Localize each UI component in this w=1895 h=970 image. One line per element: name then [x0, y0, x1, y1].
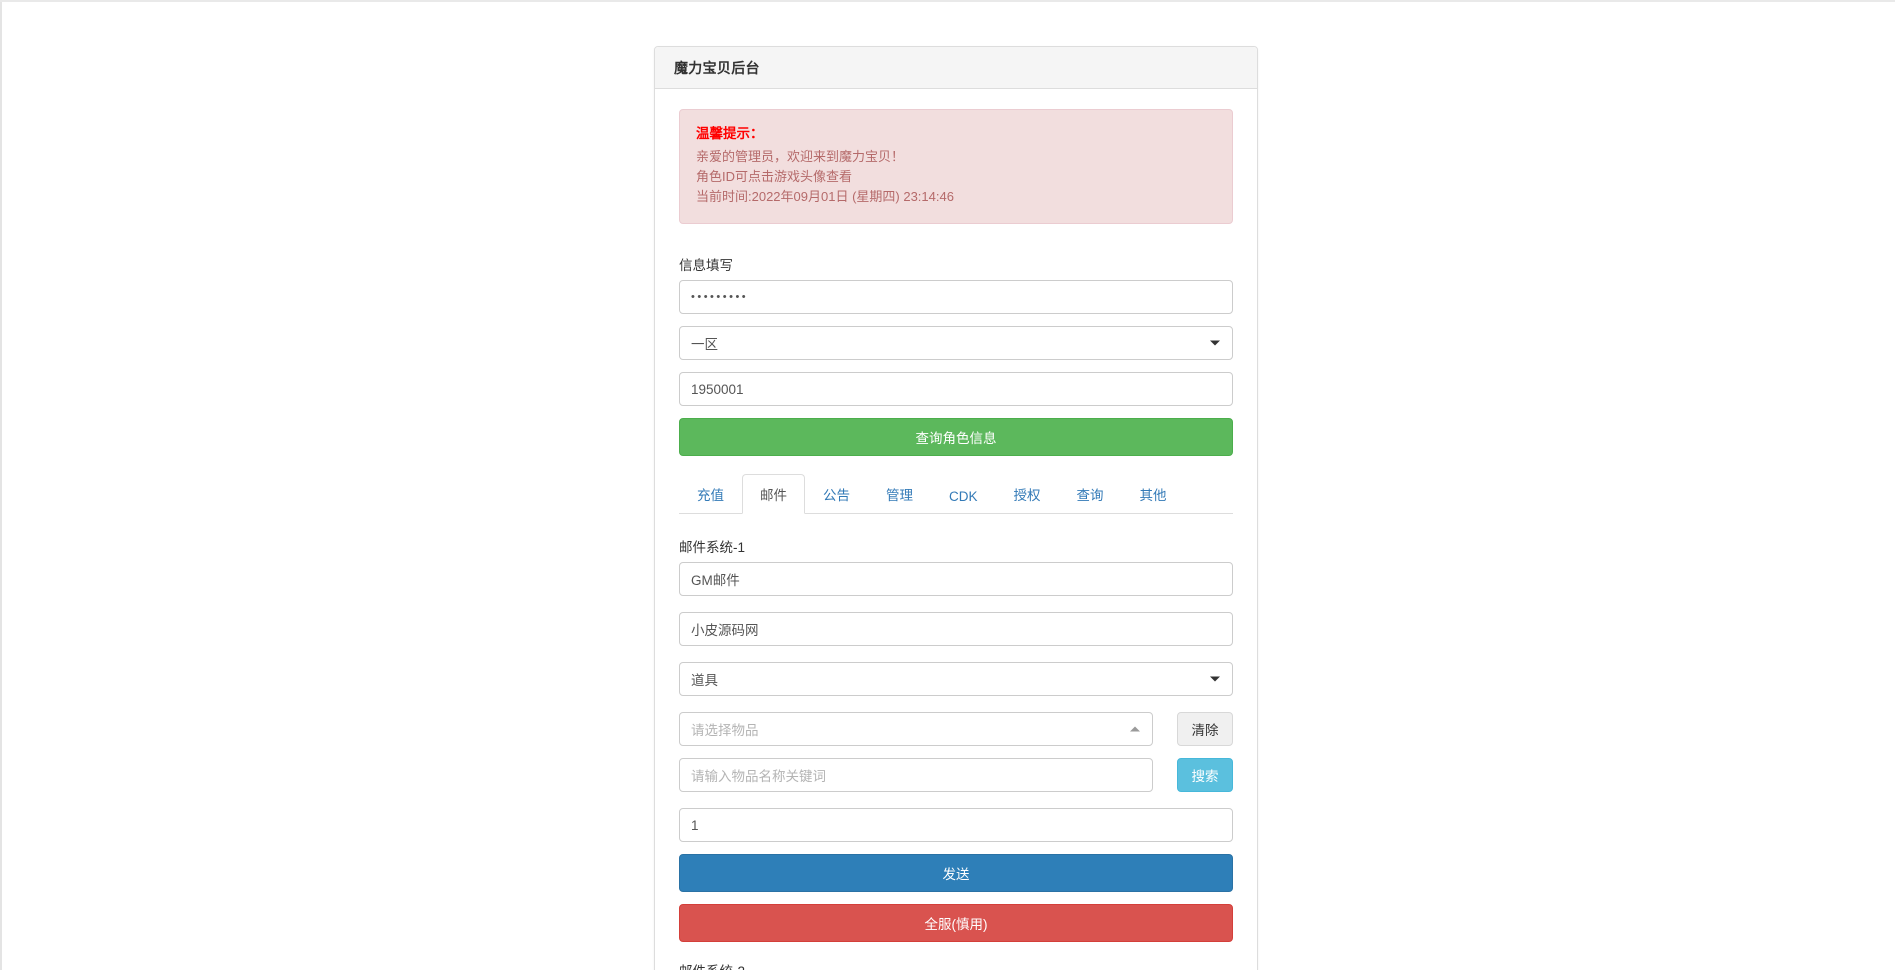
tab-query[interactable]: 查询: [1059, 474, 1122, 514]
search-item-button[interactable]: 搜索: [1177, 758, 1233, 792]
tab-recharge[interactable]: 充值: [679, 474, 742, 514]
tab-authorize[interactable]: 授权: [996, 474, 1059, 514]
send-all-servers-button[interactable]: 全服(慎用): [679, 904, 1233, 942]
chevron-up-icon: [1130, 727, 1140, 732]
role-id-input[interactable]: 1950001: [679, 372, 1233, 406]
left-divider: [0, 2, 2, 970]
page-title: 魔力宝贝后台: [674, 58, 760, 78]
top-divider: [0, 0, 1895, 2]
card-header: 魔力宝贝后台: [655, 47, 1257, 89]
mail-type-select[interactable]: 道具: [679, 662, 1233, 696]
notice-title: 温馨提示：: [696, 124, 1216, 145]
tab-manage[interactable]: 管理: [868, 474, 931, 514]
notice-line-welcome: 亲爱的管理员，欢迎来到魔力宝贝！: [696, 147, 1216, 167]
item-select-placeholder: 请选择物品: [691, 719, 759, 739]
info-section-label: 信息填写: [679, 254, 1233, 274]
tab-other[interactable]: 其他: [1122, 474, 1185, 514]
query-role-button[interactable]: 查询角色信息: [679, 418, 1233, 456]
chevron-down-icon: [1210, 341, 1220, 346]
mail-type-select-value: 道具: [691, 669, 718, 689]
password-input[interactable]: •••••••••: [679, 280, 1233, 314]
admin-panel-card: 魔力宝贝后台 温馨提示： 亲爱的管理员，欢迎来到魔力宝贝！ 角色ID可点击游戏头…: [654, 46, 1258, 970]
card-body: 温馨提示： 亲爱的管理员，欢迎来到魔力宝贝！ 角色ID可点击游戏头像查看 当前时…: [655, 89, 1257, 970]
clear-item-button[interactable]: 清除: [1177, 712, 1233, 746]
send-mail-button[interactable]: 发送: [679, 854, 1233, 892]
tab-bar: 充值 邮件 公告 管理 CDK 授权 查询 其他: [679, 474, 1233, 514]
page-viewport: 魔力宝贝后台 温馨提示： 亲爱的管理员，欢迎来到魔力宝贝！ 角色ID可点击游戏头…: [0, 0, 1895, 970]
item-search-placeholder: 请输入物品名称关键词: [691, 765, 826, 785]
item-search-row: 请输入物品名称关键词 搜索: [679, 758, 1233, 792]
mail-title-input[interactable]: GM邮件: [679, 562, 1233, 596]
mail-system-2-heading: 邮件系统-2: [679, 960, 1233, 970]
mail-system-1-heading: 邮件系统-1: [679, 536, 1233, 556]
tab-mail[interactable]: 邮件: [742, 474, 805, 514]
notice-alert: 温馨提示： 亲爱的管理员，欢迎来到魔力宝贝！ 角色ID可点击游戏头像查看 当前时…: [679, 109, 1233, 224]
quantity-input[interactable]: 1: [679, 808, 1233, 842]
notice-line-roleid-hint: 角色ID可点击游戏头像查看: [696, 167, 1216, 187]
item-picker-row: 请选择物品 清除: [679, 712, 1233, 746]
chevron-down-icon: [1210, 677, 1220, 682]
server-select-value: 一区: [691, 333, 718, 353]
tab-announcement[interactable]: 公告: [805, 474, 868, 514]
item-search-input[interactable]: 请输入物品名称关键词: [679, 758, 1153, 792]
tab-cdk[interactable]: CDK: [931, 479, 996, 514]
item-select[interactable]: 请选择物品: [679, 712, 1153, 746]
server-select[interactable]: 一区: [679, 326, 1233, 360]
notice-line-current-time: 当前时间:2022年09月01日 (星期四) 23:14:46: [696, 187, 1216, 207]
mail-content-input[interactable]: 小皮源码网: [679, 612, 1233, 646]
